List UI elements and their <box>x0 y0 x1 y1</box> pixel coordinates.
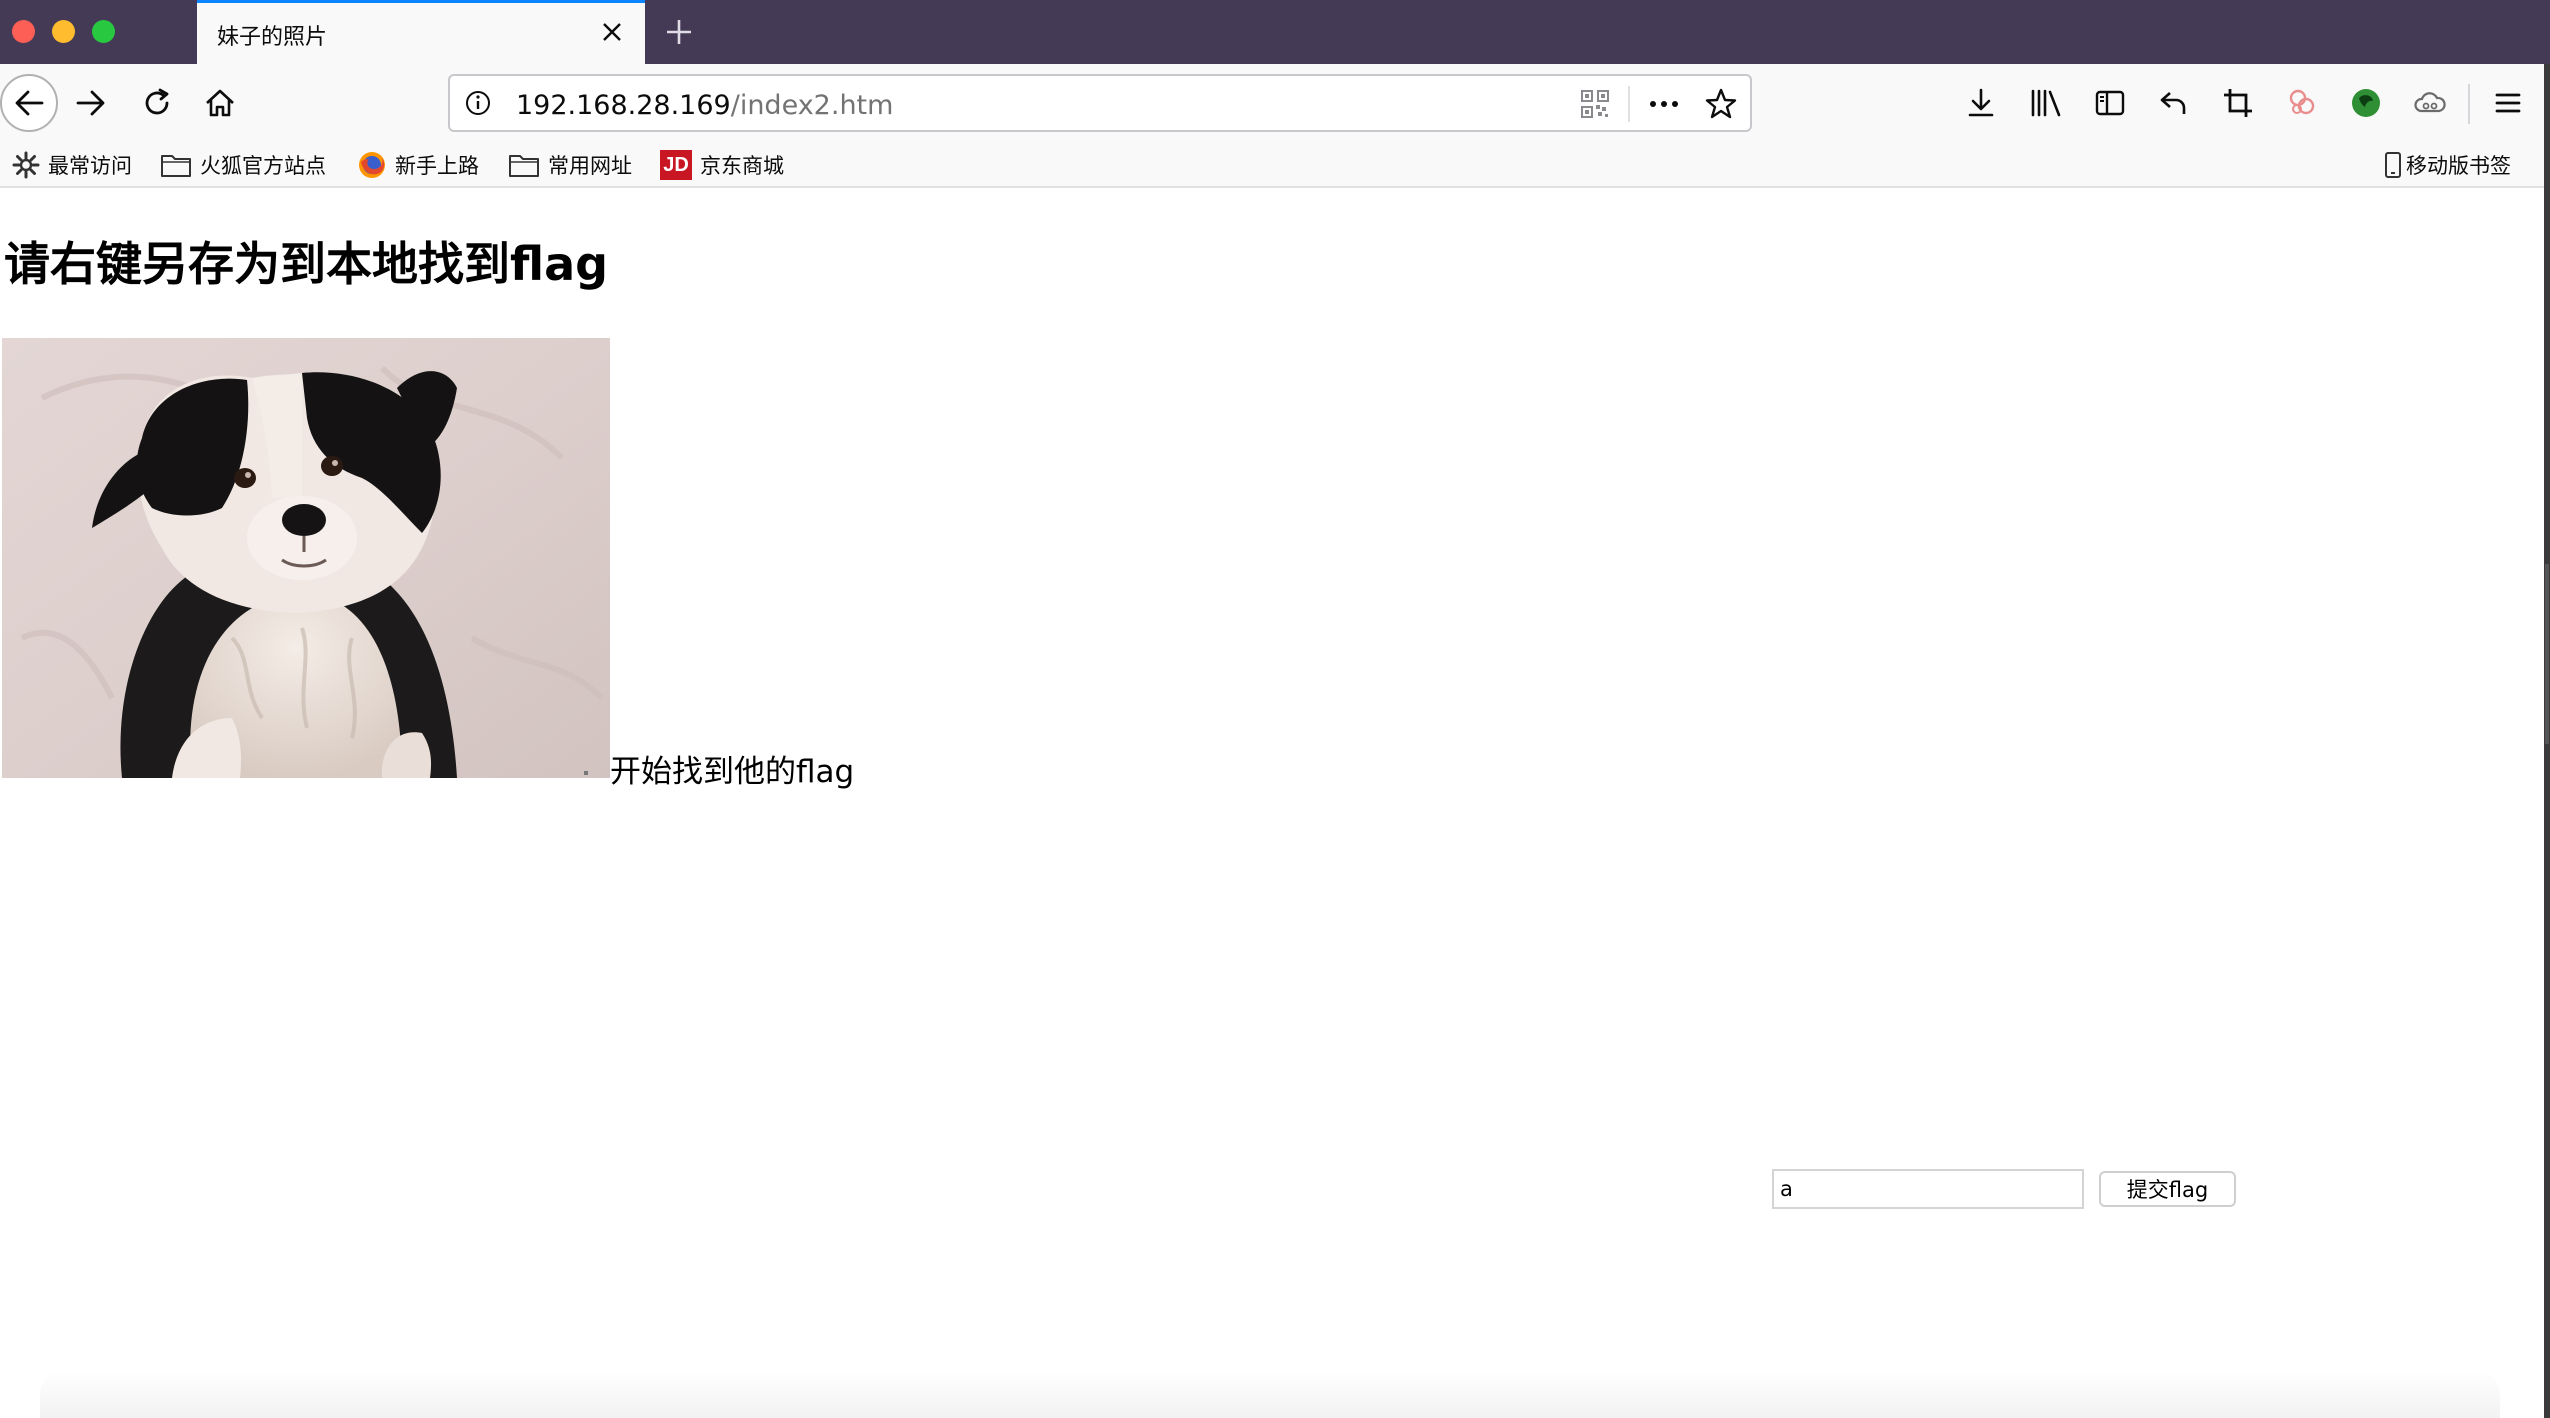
bookmark-firefox-official[interactable]: 火狐官方站点 <box>160 148 326 182</box>
bookmark-jd-mall[interactable]: JD 京东商城 <box>660 148 784 182</box>
submit-flag-button[interactable]: 提交flag <box>2099 1171 2236 1207</box>
url-bar-separator <box>1628 86 1630 122</box>
bottom-shadow <box>40 1370 2500 1418</box>
bookmark-label: 京东商城 <box>700 154 784 178</box>
menu-icon[interactable] <box>2483 78 2533 128</box>
bookmark-mobile[interactable]: 移动版书签 <box>2384 148 2511 182</box>
url-host: 192.168.28.169 <box>516 90 731 121</box>
gear-icon <box>12 151 40 179</box>
bookmark-common-sites[interactable]: 常用网址 <box>508 148 632 182</box>
crop-icon[interactable] <box>2213 78 2263 128</box>
scrollbar-thumb[interactable] <box>2545 564 2549 744</box>
library-icon[interactable] <box>2021 78 2071 128</box>
close-window-button[interactable] <box>12 20 35 43</box>
window-edge <box>2544 64 2550 1418</box>
caption-text: 开始找到他的flag <box>610 754 855 790</box>
tab-title: 妹子的照片 <box>217 25 328 50</box>
minimize-window-button[interactable] <box>52 20 75 43</box>
plus-icon[interactable] <box>660 13 698 51</box>
cloud-icon[interactable] <box>2405 78 2455 128</box>
active-tab[interactable]: 妹子的照片 <box>197 0 645 64</box>
navigation-toolbar: 192.168.28.169/index2.htm <box>0 64 2550 144</box>
title-bar: 妹子的照片 <box>0 0 2550 64</box>
page-heading: 请右键另存为到本地找到flag <box>4 237 609 291</box>
bookmark-label: 新手上路 <box>395 154 479 178</box>
firefox-icon <box>357 150 387 180</box>
flag-input[interactable] <box>1772 1169 2084 1209</box>
mobile-icon <box>2384 151 2402 179</box>
page-content: 请右键另存为到本地找到flag 开始找到他的flag a 提交flag <box>0 188 2544 1418</box>
browser-window: 妹子的照片 192.168.28.169/index2.htm 最常访问 火狐官… <box>0 0 2550 1418</box>
home-icon[interactable] <box>195 78 245 128</box>
puppy-photo[interactable] <box>2 338 610 778</box>
close-icon[interactable] <box>597 17 627 47</box>
sidebar-icon[interactable] <box>2085 78 2135 128</box>
arrow-right-icon[interactable] <box>66 78 116 128</box>
folder-icon <box>508 152 540 178</box>
jd-logo-text: JD <box>663 153 689 176</box>
jd-logo-icon: JD <box>660 150 692 180</box>
bookmark-label: 最常访问 <box>48 154 132 178</box>
qr-code-icon[interactable] <box>1580 89 1610 124</box>
ellipsis-icon[interactable] <box>1646 90 1682 123</box>
undo-icon[interactable] <box>2149 78 2199 128</box>
bookmarks-bar: 最常访问 火狐官方站点 新手上路 常用网址 JD 京东商城 移动版书签 <box>0 144 2550 188</box>
toolbar-separator <box>2468 84 2470 124</box>
folder-icon <box>160 152 192 178</box>
url-path: /index2.htm <box>730 90 894 121</box>
star-icon[interactable] <box>1704 87 1738 126</box>
url-text[interactable]: 192.168.28.169/index2.htm <box>516 90 893 121</box>
zoom-window-button[interactable] <box>92 20 115 43</box>
extension-icon[interactable] <box>2277 78 2327 128</box>
download-icon[interactable] <box>1956 78 2006 128</box>
arrow-left-icon[interactable] <box>0 74 58 132</box>
bookmark-label: 常用网址 <box>548 154 632 178</box>
bookmark-getting-started[interactable]: 新手上路 <box>357 148 479 182</box>
green-circle-icon[interactable] <box>2341 78 2391 128</box>
bookmark-label: 火狐官方站点 <box>200 154 326 178</box>
bookmark-most-visited[interactable]: 最常访问 <box>12 148 132 182</box>
url-bar[interactable]: 192.168.28.169/index2.htm <box>448 74 1752 132</box>
bookmark-label: 移动版书签 <box>2406 154 2511 178</box>
reload-icon[interactable] <box>132 78 182 128</box>
info-icon[interactable] <box>464 89 492 122</box>
